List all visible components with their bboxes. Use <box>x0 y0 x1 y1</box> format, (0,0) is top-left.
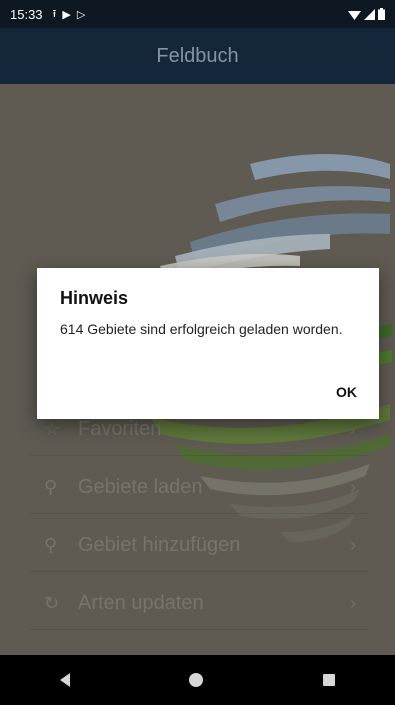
status-bar: 15:33 ⭱ ▶ ▷ <box>0 0 395 28</box>
signal-icon <box>364 8 375 20</box>
status-right-icons <box>348 8 385 20</box>
phone-screen: 15:33 ⭱ ▶ ▷ Feldbuch ☆ Favoriten › ⚲ Geb… <box>0 0 395 705</box>
app-title: Feldbuch <box>156 44 239 67</box>
play-icon: ▷ <box>76 8 86 21</box>
ok-button[interactable]: OK <box>330 380 363 404</box>
dialog-message: 614 Gebiete sind erfolgreich geladen wor… <box>60 321 343 337</box>
pin-icon: ⚲ <box>44 477 58 497</box>
pin-icon: ⚲ <box>44 535 58 555</box>
menu-item-label: Gebiete laden <box>78 476 203 498</box>
menu-item-label: Arten updaten <box>78 592 204 614</box>
status-time: 15:33 <box>10 6 43 22</box>
battery-icon <box>378 8 385 20</box>
back-icon[interactable] <box>59 673 70 687</box>
menu-item-label: Favoriten <box>78 418 162 440</box>
menu-item-update-species[interactable]: ↻ Arten updaten › <box>30 578 368 630</box>
alert-dialog: Hinweis 614 Gebiete sind erfolgreich gel… <box>37 268 379 419</box>
play-store-icon: ▶ <box>62 8 71 21</box>
wifi-icon <box>348 10 361 20</box>
navigation-bar <box>0 655 395 705</box>
star-icon: ☆ <box>44 419 61 439</box>
upload-icon: ⭱ <box>52 7 57 20</box>
menu-item-add-area[interactable]: ⚲ Gebiet hinzufügen › <box>30 520 368 572</box>
dialog-title: Hinweis <box>60 288 129 308</box>
refresh-icon: ↻ <box>44 593 60 613</box>
menu-item-load-areas[interactable]: ⚲ Gebiete laden › <box>30 462 368 514</box>
chevron-right-icon: › <box>350 593 356 613</box>
home-icon[interactable] <box>189 673 204 687</box>
chevron-right-icon: › <box>350 419 356 439</box>
recents-icon[interactable] <box>323 674 336 686</box>
chevron-right-icon: › <box>350 535 356 555</box>
menu-item-label: Gebiet hinzufügen <box>78 534 241 556</box>
app-bar: Feldbuch <box>0 28 395 84</box>
chevron-right-icon: › <box>350 477 356 497</box>
